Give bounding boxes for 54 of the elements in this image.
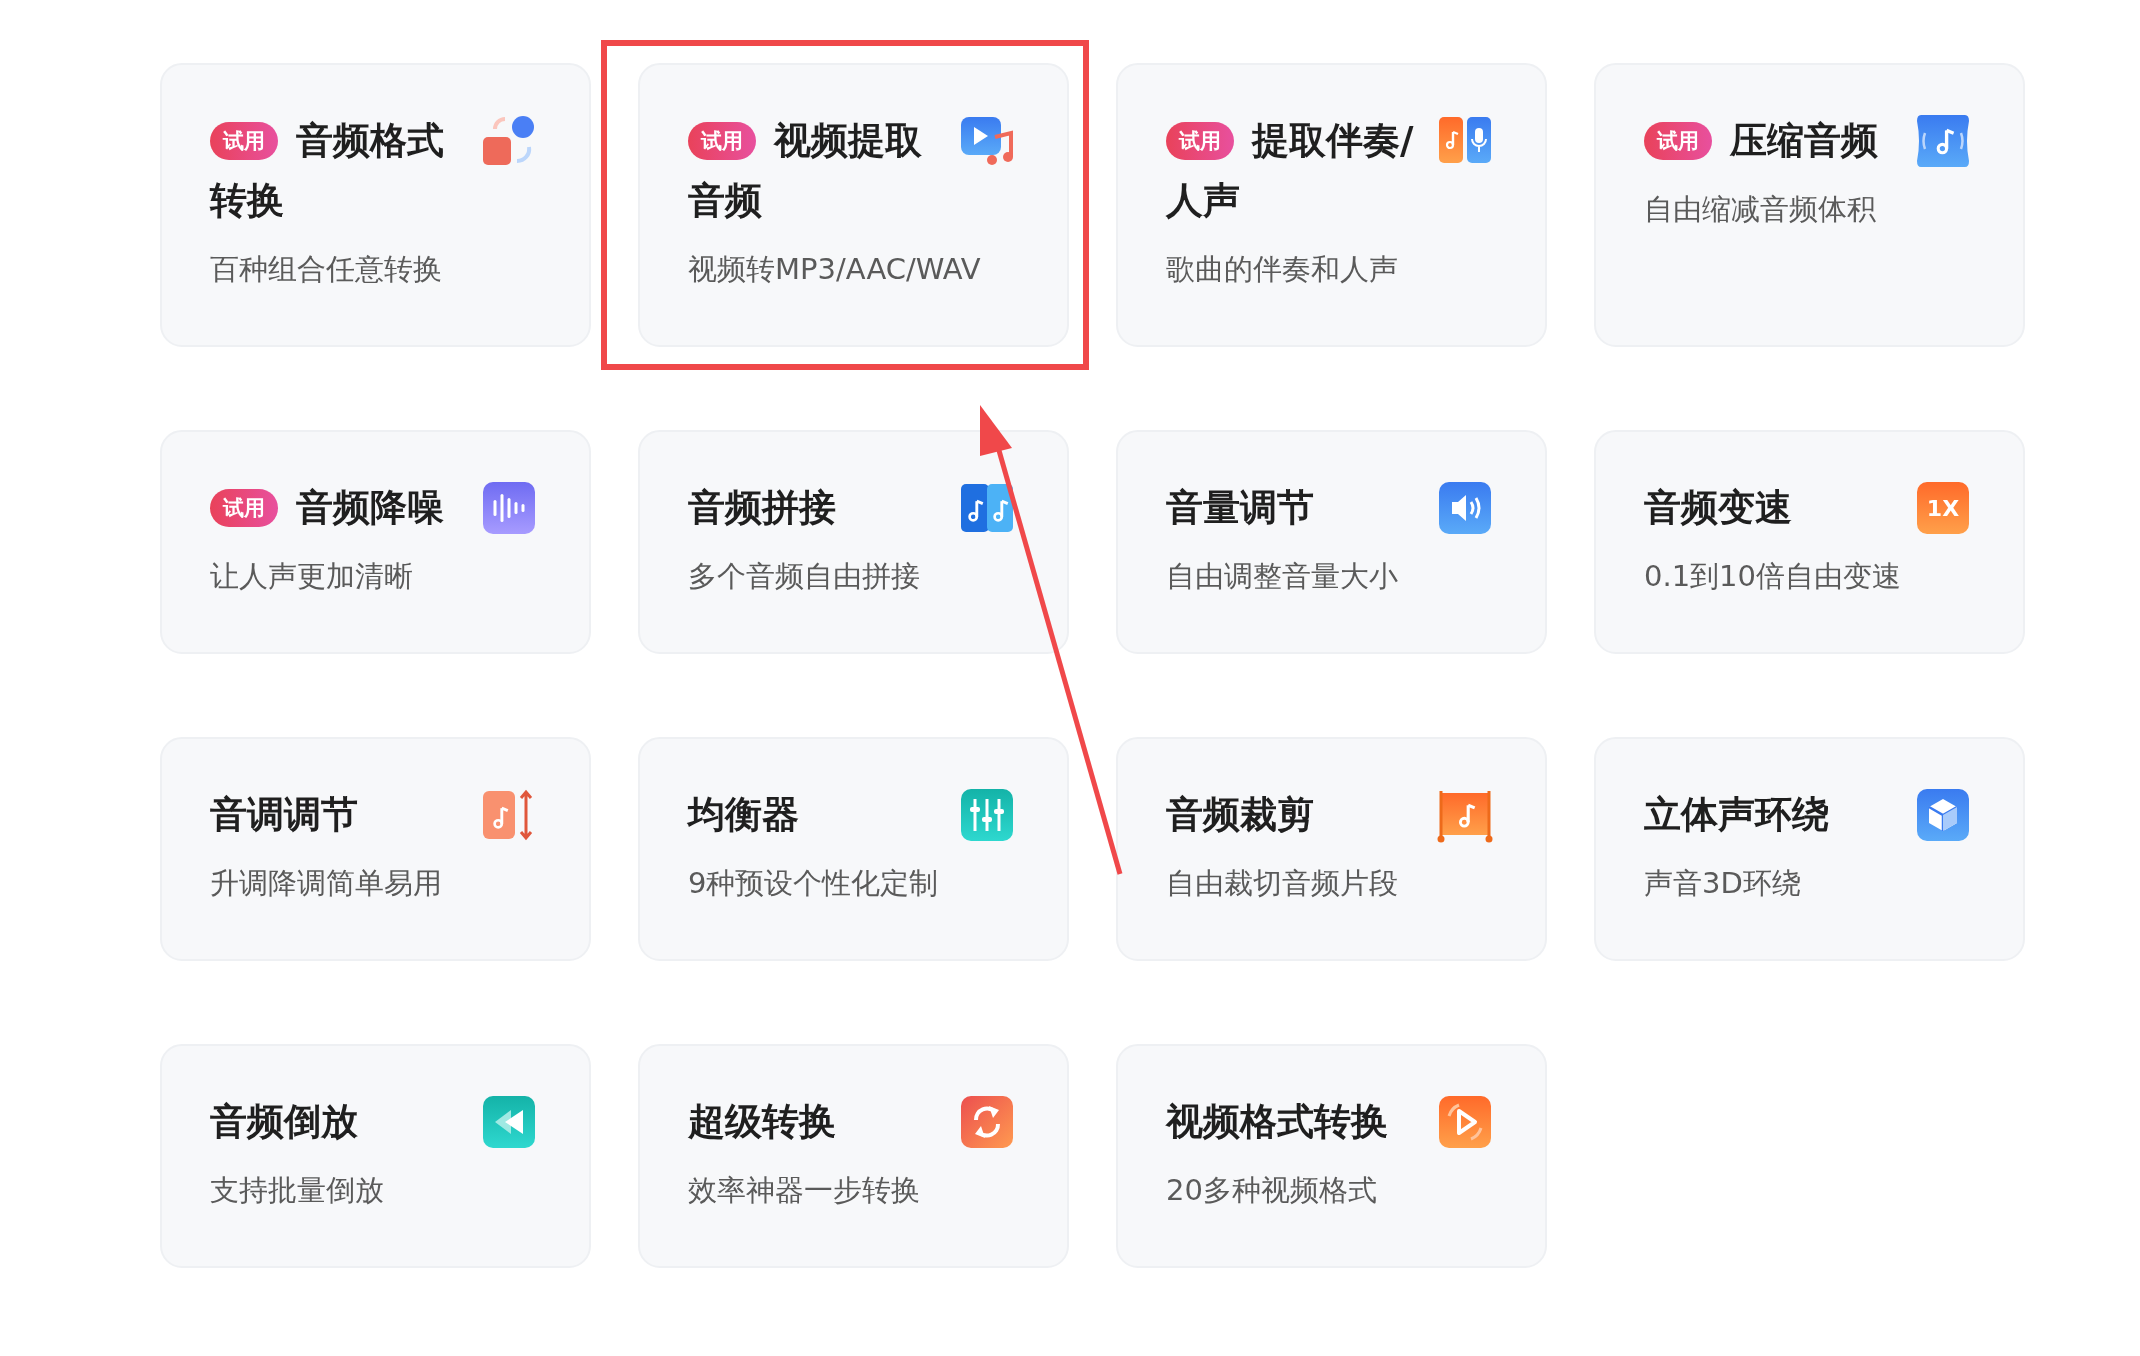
tool-card[interactable]: 试用 压缩音频 自由缩减音频体积: [1594, 63, 2025, 347]
trial-badge: 试用: [1166, 122, 1234, 160]
tool-card[interactable]: 视频格式转换 20多种视频格式: [1116, 1044, 1547, 1268]
tool-card[interactable]: 音频倒放 支持批量倒放: [160, 1044, 591, 1268]
card-title: 音频格式: [296, 118, 444, 164]
tool-card[interactable]: 试用 视频提取 音频 视频转MP3/AAC/WAV: [638, 63, 1069, 347]
card-description: 20多种视频格式: [1166, 1172, 1378, 1209]
card-description: 0.1到10倍自由变速: [1644, 558, 1903, 595]
card-title: 音频裁剪: [1166, 792, 1314, 838]
card-title: 超级转换: [688, 1099, 836, 1145]
card-title-line: 转换: [210, 178, 284, 224]
card-title: 音频倒放: [210, 1099, 358, 1145]
card-description: 效率神器一步转换: [688, 1172, 921, 1209]
card-title: 压缩音频: [1730, 118, 1878, 164]
speed-icon: 1X: [1915, 480, 1971, 536]
card-description: 升调降调简单易用: [210, 865, 443, 902]
trial-badge: 试用: [210, 122, 278, 160]
card-description: 自由裁切音频片段: [1166, 865, 1399, 902]
trial-badge: 试用: [1644, 122, 1712, 160]
tool-card[interactable]: 音量调节 自由调整音量大小: [1116, 430, 1547, 654]
tool-card[interactable]: 均衡器 9种预设个性化定制: [638, 737, 1069, 961]
card-title: 视频格式转换: [1166, 1099, 1388, 1145]
card-title: 音频变速: [1644, 485, 1792, 531]
card-description: 9种预设个性化定制: [688, 865, 940, 902]
tool-card[interactable]: 试用 音频格式 转换 百种组合任意转换: [160, 63, 591, 347]
card-title: 均衡器: [688, 792, 799, 838]
card-title: 音调调节: [210, 792, 358, 838]
tool-card[interactable]: 音频拼接 多个音频自由拼接: [638, 430, 1069, 654]
card-title: 提取伴奏/: [1252, 118, 1414, 164]
tool-card[interactable]: 超级转换 效率神器一步转换: [638, 1044, 1069, 1268]
card-title: 音量调节: [1166, 485, 1314, 531]
tool-card[interactable]: 试用 提取伴奏/ 人声 歌曲的伴奏和人声: [1116, 63, 1547, 347]
card-description: 支持批量倒放: [210, 1172, 385, 1209]
card-title: 音频拼接: [688, 485, 836, 531]
trial-badge: 试用: [210, 489, 278, 527]
card-description: 歌曲的伴奏和人声: [1166, 251, 1399, 288]
card-description: 让人声更加清晰: [210, 558, 414, 595]
card-description: 百种组合任意转换: [210, 251, 443, 288]
tool-card[interactable]: 音调调节 升调降调简单易用: [160, 737, 591, 961]
card-description: 自由调整音量大小: [1166, 558, 1399, 595]
tool-card[interactable]: 立体声环绕 声音3D环绕: [1594, 737, 2025, 961]
card-title: 音频降噪: [296, 485, 444, 531]
card-description: 自由缩减音频体积: [1644, 191, 1877, 228]
card-description: 多个音频自由拼接: [688, 558, 921, 595]
card-description: 声音3D环绕: [1644, 865, 1802, 902]
card-title: 视频提取: [774, 118, 922, 164]
card-title-line: 音频: [688, 178, 762, 224]
card-description: 视频转MP3/AAC/WAV: [688, 251, 982, 288]
tool-card[interactable]: 音频变速 1X 0.1到10倍自由变速: [1594, 430, 2025, 654]
card-title-line: 人声: [1166, 178, 1240, 224]
tool-card[interactable]: 试用 音频降噪 让人声更加清晰: [160, 430, 591, 654]
card-title: 立体声环绕: [1644, 792, 1829, 838]
tool-card[interactable]: 音频裁剪 自由裁切音频片段: [1116, 737, 1547, 961]
trial-badge: 试用: [688, 122, 756, 160]
